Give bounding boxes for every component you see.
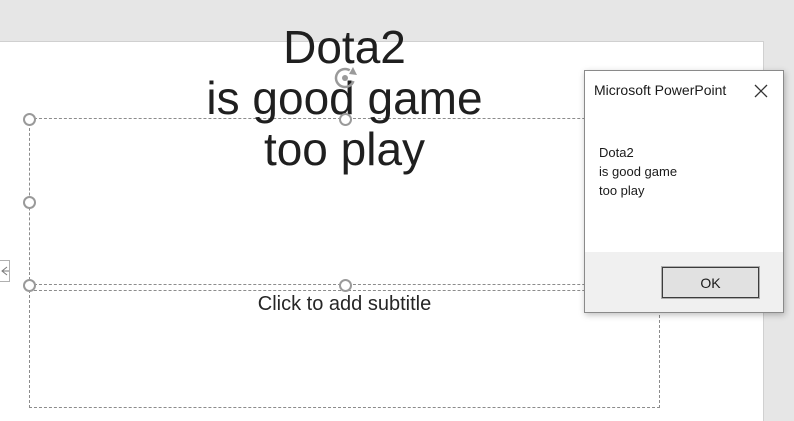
message-line-1: Dota2	[599, 145, 634, 160]
resize-handle-top[interactable]	[339, 113, 352, 126]
resize-handle-bottom-left[interactable]	[23, 279, 36, 292]
text-pane-toggle-icon[interactable]	[0, 260, 10, 282]
ok-button[interactable]: OK	[661, 266, 760, 299]
message-dialog: Microsoft PowerPoint Dota2 is good game …	[584, 70, 784, 313]
dialog-message: Dota2 is good game too play	[599, 143, 677, 200]
resize-handle-left[interactable]	[23, 196, 36, 209]
message-line-2: is good game	[599, 164, 678, 179]
close-icon[interactable]	[748, 79, 774, 103]
message-line-3: too play	[599, 183, 645, 198]
rotate-handle-icon[interactable]	[331, 64, 359, 92]
dialog-title: Microsoft PowerPoint	[594, 82, 727, 98]
resize-handle-top-left[interactable]	[23, 113, 36, 126]
subtitle-placeholder[interactable]: Click to add subtitle	[29, 290, 660, 318]
resize-handle-bottom[interactable]	[339, 279, 352, 292]
dialog-footer: OK	[585, 252, 783, 312]
title-line-3: too play	[263, 123, 426, 175]
slide-title[interactable]: Dota2 is good game too play	[29, 22, 660, 175]
